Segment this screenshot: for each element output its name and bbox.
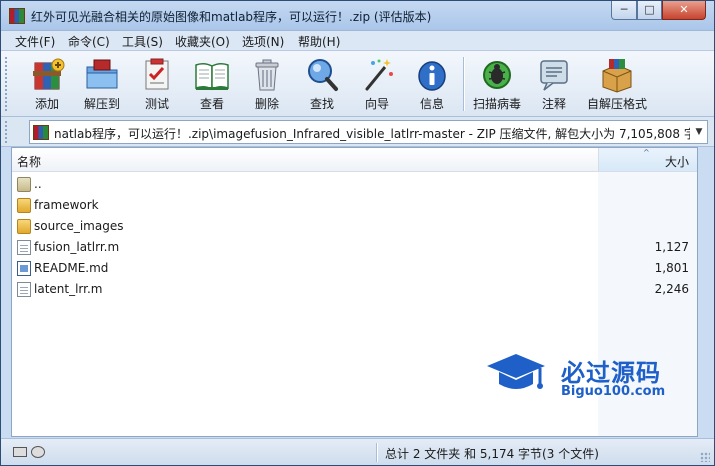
maximize-button[interactable]: □ [637,1,662,20]
archive-icon [33,125,49,140]
list-item-framework[interactable]: framework [12,195,697,216]
column-header-size-cell[interactable]: ^ 大小 [598,148,697,171]
folder-icon [17,198,31,213]
add-button[interactable]: 添加 [21,55,73,111]
wizard-button[interactable]: 向导 [351,55,403,111]
virus-scan-icon [483,61,511,89]
find-magnifier-icon [308,59,338,91]
test-icon [145,58,169,90]
menu-command[interactable]: 命令(C) [68,33,110,50]
test-button[interactable]: 测试 [131,55,183,111]
minimize-button[interactable]: ─ [611,1,637,20]
delete-button[interactable]: 删除 [241,55,293,111]
menu-help[interactable]: 帮助(H) [298,33,340,50]
winrar-app-icon[interactable] [9,8,25,24]
sort-ascending-icon: ^ [643,148,650,157]
address-bar: natlab程序，可以运行！.zip\imagefusion_Infrared_… [1,117,714,147]
column-header: 名称 ^ 大小 [12,148,697,172]
watermark-title: 必过源码 [561,359,661,387]
toolbar-grip[interactable] [5,57,9,111]
comment-icon [540,60,568,91]
column-header-name[interactable]: 名称 [17,153,41,170]
menu-tools[interactable]: 工具(S) [122,33,163,50]
menu-options[interactable]: 选项(N) [242,33,284,50]
menu-bar: 文件(F) 命令(C) 工具(S) 收藏夹(O) 选项(N) 帮助(H) [1,31,714,51]
sfx-button[interactable]: 自解压格式 [587,55,647,111]
list-item-source-images[interactable]: source_images [12,216,697,237]
graduation-cap-logo [487,354,545,389]
drive-icon[interactable] [13,447,27,457]
window-title: 红外可见光融合相关的原始图像和matlab程序，可以运行！.zip (评估版本) [31,10,432,24]
delete-trash-icon [255,59,279,91]
file-name: source_images [34,219,124,233]
wizard-wand-icon [365,59,393,91]
comment-label: 注释 [541,97,566,111]
m-file-icon [17,282,31,297]
file-size: 1,801 [654,261,689,275]
file-name: .. [34,177,42,191]
sfx-label: 自解压格式 [586,97,647,111]
extract-to-button[interactable]: 解压到 [76,55,128,111]
file-name: fusion_latlrr.m [34,240,120,254]
path-text[interactable]: natlab程序，可以运行！.zip\imagefusion_Infrared_… [54,125,690,142]
file-name: framework [34,198,99,212]
list-item-latent-lrr[interactable]: latent_lrr.m 2,246 [12,279,697,300]
virus-scan-label: 扫描病毒 [472,97,521,111]
winrar-window: 红外可见光融合相关的原始图像和matlab程序，可以运行！.zip (评估版本)… [0,0,715,466]
status-separator [376,443,378,462]
column-header-size[interactable]: 大小 [665,153,689,170]
info-button[interactable]: 信息 [406,55,458,111]
close-button[interactable]: ✕ [662,1,706,20]
toolbar: 添加 解压到 测试 查看 删除 查找 向导 信息 扫描病毒 注释 自解压格式 [1,51,714,117]
sfx-box-icon [602,59,632,93]
watermark-url: Biguo100.com [561,384,666,399]
m-file-icon [17,240,31,255]
list-item-parent[interactable]: .. [12,174,697,195]
file-size: 1,127 [654,240,689,254]
markdown-file-icon [17,261,31,276]
path-dropdown-button[interactable]: ▼ [693,125,705,139]
list-item-fusion-latlrr[interactable]: fusion_latlrr.m 1,127 [12,237,697,258]
info-label: 信息 [419,97,444,111]
file-name: README.md [34,261,109,275]
view-button[interactable]: 查看 [186,55,238,111]
folder-icon [17,219,31,234]
address-bar-grip[interactable] [5,121,9,143]
path-combobox[interactable]: natlab程序，可以运行！.zip\imagefusion_Infrared_… [29,120,708,144]
add-archive-icon [33,58,65,90]
file-size: 2,246 [654,282,689,296]
info-icon [418,61,446,91]
menu-favorites[interactable]: 收藏夹(O) [175,33,230,50]
key-icon[interactable] [31,446,45,458]
comment-button[interactable]: 注释 [528,55,580,111]
list-item-readme[interactable]: README.md 1,801 [12,258,697,279]
title-bar[interactable]: 红外可见光融合相关的原始图像和matlab程序，可以运行！.zip (评估版本)… [1,1,714,31]
resize-grip[interactable] [700,452,710,462]
view-book-icon [195,62,229,91]
virus-scan-button[interactable]: 扫描病毒 [471,55,523,111]
status-text: 总计 2 文件夹 和 5,174 字节(3 个文件) [385,447,599,461]
find-button[interactable]: 查找 [296,55,348,111]
file-name: latent_lrr.m [34,282,103,296]
menu-file[interactable]: 文件(F) [15,33,55,50]
status-bar: 总计 2 文件夹 和 5,174 字节(3 个文件) [1,438,714,465]
parent-folder-icon [17,177,31,192]
extract-to-icon [86,59,118,89]
